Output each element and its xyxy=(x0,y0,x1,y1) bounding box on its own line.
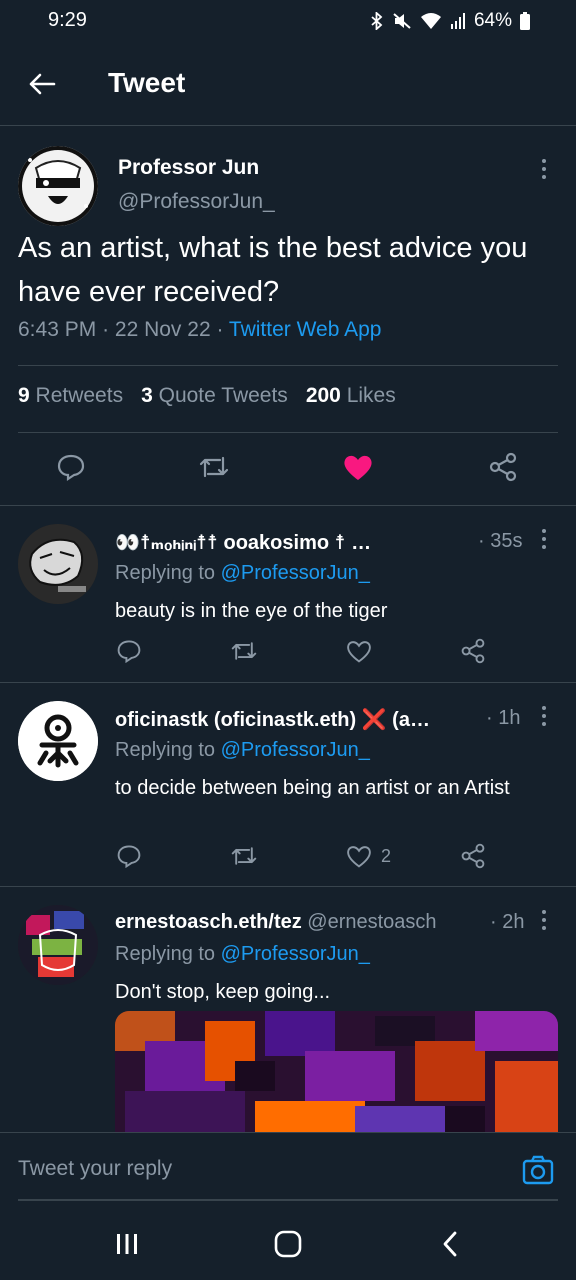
like-button[interactable] xyxy=(345,638,373,664)
share-icon xyxy=(461,638,485,664)
retweets-stat[interactable]: 9 Retweets xyxy=(18,384,123,408)
tweet-source-link[interactable]: Twitter Web App xyxy=(229,318,382,341)
reply-author-handle[interactable]: @ernestoasch xyxy=(307,911,436,933)
home-button[interactable] xyxy=(268,1226,308,1262)
reply-icon xyxy=(117,845,141,869)
retweet-button[interactable] xyxy=(198,452,230,482)
chevron-left-icon xyxy=(443,1231,457,1257)
reply-item[interactable]: ernestoasch.eth/tez @ernestoasch · 2h Re… xyxy=(0,887,576,1132)
main-tweet: Professor Jun @ProfessorJun_ As an artis… xyxy=(0,126,576,506)
wifi-icon xyxy=(420,12,442,30)
reply-actions xyxy=(0,638,576,668)
home-icon xyxy=(274,1230,302,1258)
battery-icon xyxy=(520,12,530,30)
like-button[interactable]: 2 xyxy=(345,843,391,869)
reply-author-name[interactable]: oficinastk (oficinastk.eth) ❌ (a… xyxy=(115,709,430,731)
mention-link[interactable]: @ProfessorJun_ xyxy=(221,739,370,761)
share-button[interactable] xyxy=(460,638,486,664)
bluetooth-icon xyxy=(370,12,384,30)
reply-avatar[interactable] xyxy=(18,701,98,781)
recent-apps-icon xyxy=(117,1234,137,1254)
share-icon xyxy=(489,452,517,482)
app-header: Tweet xyxy=(0,42,576,126)
reply-author-name[interactable]: ernestoasch.eth/tez xyxy=(115,911,302,933)
retweet-icon xyxy=(231,642,257,660)
reply-text: beauty is in the eye of the tiger xyxy=(115,600,388,622)
like-button[interactable] xyxy=(342,452,374,482)
system-nav-bar xyxy=(0,1204,576,1280)
reply-icon xyxy=(117,640,141,664)
reply-icon xyxy=(57,454,85,482)
mute-icon xyxy=(392,12,412,30)
reply-input[interactable]: Tweet your reply xyxy=(18,1157,172,1181)
reply-button[interactable] xyxy=(116,843,142,869)
composer-underline xyxy=(18,1199,558,1201)
camera-icon xyxy=(522,1155,554,1185)
quotes-stat[interactable]: 3 Quote Tweets xyxy=(141,384,288,408)
reply-button[interactable] xyxy=(56,452,86,482)
camera-button[interactable] xyxy=(522,1155,554,1185)
heart-icon xyxy=(347,641,371,663)
divider xyxy=(18,432,558,433)
share-button[interactable] xyxy=(460,843,486,869)
tweet-actions xyxy=(0,448,576,488)
reply-time: · 2h xyxy=(490,911,525,933)
signal-icon xyxy=(450,12,466,30)
more-options-icon[interactable] xyxy=(534,701,554,731)
retweet-icon xyxy=(199,456,229,478)
share-button[interactable] xyxy=(488,452,518,482)
more-options-icon[interactable] xyxy=(534,905,554,935)
back-button[interactable] xyxy=(22,64,62,104)
author-avatar[interactable] xyxy=(18,146,98,226)
tweet-date: 22 Nov 22 xyxy=(114,318,211,341)
reply-media-image[interactable] xyxy=(115,1011,558,1132)
retweet-button[interactable] xyxy=(230,843,258,869)
share-icon xyxy=(461,843,485,869)
retweet-button[interactable] xyxy=(230,638,258,664)
mention-link[interactable]: @ProfessorJun_ xyxy=(221,562,370,584)
reply-time: · 35s xyxy=(478,530,523,552)
reply-text: to decide between being an artist or an … xyxy=(115,777,510,799)
retweet-icon xyxy=(231,847,257,865)
back-nav-button[interactable] xyxy=(430,1226,470,1262)
author-handle[interactable]: @ProfessorJun_ xyxy=(118,190,275,214)
tweet-time: 6:43 PM xyxy=(18,318,97,341)
mention-link[interactable]: @ProfessorJun_ xyxy=(221,943,370,965)
reply-time: · 1h xyxy=(486,707,521,729)
page-title: Tweet xyxy=(108,67,186,98)
reply-avatar[interactable] xyxy=(18,905,98,985)
reply-item[interactable]: 👀☨ₘₒₕᵢₙᵢ☨☨ ooakosimo ☨ … · 35s Replying … xyxy=(0,506,576,683)
arrow-left-icon xyxy=(29,73,56,95)
heart-icon xyxy=(347,846,371,868)
battery-percent: 64% xyxy=(473,10,512,31)
more-options-icon[interactable] xyxy=(534,524,554,554)
status-bar: 9:29 64% xyxy=(0,0,576,42)
tweet-meta: 6:43 PM · 22 Nov 22 · Twitter Web App xyxy=(18,318,382,341)
divider xyxy=(18,365,558,366)
reply-text: Don't stop, keep going... xyxy=(115,981,331,1003)
reply-item[interactable]: oficinastk (oficinastk.eth) ❌ (a… · 1h R… xyxy=(0,683,576,887)
tweet-stats: 9 Retweets 3 Quote Tweets 200 Likes xyxy=(18,384,396,408)
author-name[interactable]: Professor Jun xyxy=(118,156,259,180)
heart-filled-icon xyxy=(344,455,372,480)
like-count: 2 xyxy=(381,845,392,866)
reply-actions: 2 xyxy=(0,843,576,873)
reply-button[interactable] xyxy=(116,638,142,664)
tweet-text: As an artist, what is the best advice yo… xyxy=(18,232,528,308)
likes-stat[interactable]: 200 Likes xyxy=(306,384,396,408)
reply-avatar[interactable] xyxy=(18,524,98,604)
reply-composer: Tweet your reply xyxy=(0,1132,576,1204)
more-options-icon[interactable] xyxy=(534,154,554,184)
reply-author-name[interactable]: 👀☨ₘₒₕᵢₙᵢ☨☨ ooakosimo ☨ … xyxy=(115,532,371,554)
recent-apps-button[interactable] xyxy=(107,1226,147,1262)
status-time: 9:29 xyxy=(48,9,87,31)
